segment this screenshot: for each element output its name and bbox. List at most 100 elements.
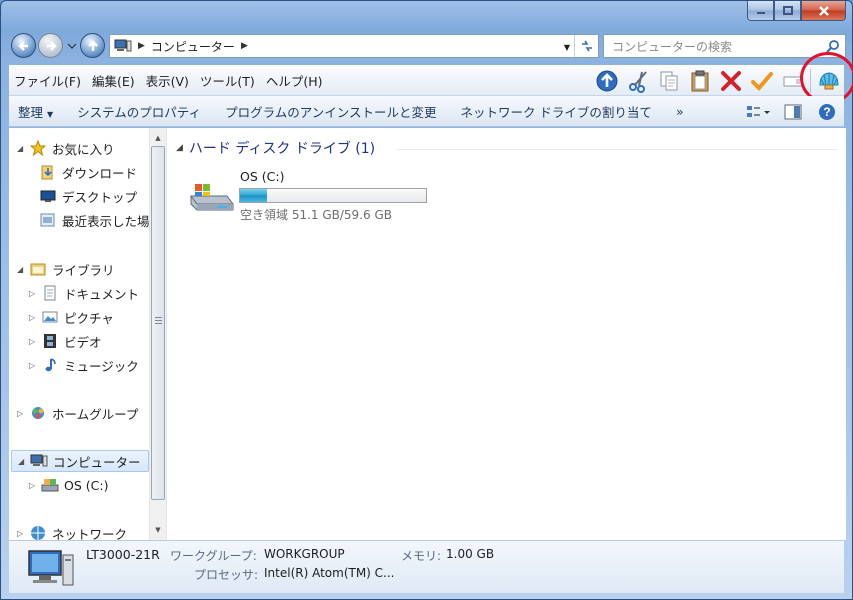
expand-icon[interactable]: ▷ [29,361,39,370]
organize-button[interactable]: 整理 ▼ [9,102,62,121]
drive-item-os-c[interactable]: OS (C:) 空き領域 51.1 GB/59.6 GB [187,168,487,228]
menu-view[interactable]: 表示(V) [141,71,194,90]
search-box[interactable]: コンピューターの検索 [603,34,846,58]
computer-large-icon [28,550,74,586]
computer-icon [114,39,132,52]
star-icon [29,140,47,156]
change-view-button[interactable] [742,105,776,119]
expand-icon[interactable]: ▷ [29,337,39,346]
maximize-button[interactable] [774,1,801,21]
expand-icon[interactable]: ▷ [29,481,39,490]
toolbar-copy-button[interactable] [653,66,684,95]
tree-label-favorites: お気に入り [52,141,115,157]
toolbar-shell-button[interactable] [800,52,853,104]
tree-item-recent-places[interactable]: 最近表示した場所 [39,209,162,231]
scissors-icon [628,70,647,93]
tree-item-libraries[interactable]: ◢ ライブラリ [17,258,115,280]
tree-item-documents[interactable]: ▷ ドキュメント [29,282,139,304]
expand-icon[interactable]: ▷ [17,409,27,418]
collapse-group-icon[interactable]: ◢ [176,143,183,153]
search-input[interactable]: コンピューターの検索 [612,38,732,55]
refresh-button[interactable] [574,35,598,57]
tree-item-network[interactable]: ▷ ネットワーク [17,522,127,540]
help-icon: ? [819,103,835,120]
tree-item-pictures[interactable]: ▷ ピクチャ [29,306,114,328]
drive-usage-fill [240,189,267,202]
refresh-icon [581,40,592,52]
tree-item-os-drive[interactable]: ▷ OS (C:) [29,474,108,496]
close-button[interactable] [801,1,846,21]
up-arrow-icon [596,70,617,91]
scroll-up-arrow-icon[interactable]: ▲ [150,130,166,146]
close-icon [818,5,829,16]
forward-button[interactable] [38,33,63,58]
tree-item-downloads[interactable]: ダウンロード [39,161,137,183]
breadcrumb-computer[interactable]: コンピューター [151,38,235,55]
expand-icon[interactable]: ▷ [29,289,39,298]
group-divider [397,149,837,150]
menu-file[interactable]: ファイル(F) [9,71,86,90]
memory-label: メモリ: [401,549,442,563]
scroll-down-arrow-icon[interactable]: ▼ [150,522,166,538]
tree-label-desktop: デスクトップ [62,189,138,205]
tree-label-network: ネットワーク [52,526,128,541]
toolbar-up-button[interactable] [591,66,622,95]
tree-label-recent-places: 最近表示した場所 [62,213,163,229]
menu-bar: ファイル(F) 編集(E) 表示(V) ツール(T) ヘルプ(H) [9,52,853,104]
toolbar-checkmark-button[interactable] [746,66,777,95]
tree-item-favorites[interactable]: ◢ お気に入り [17,137,115,159]
copy-icon [660,71,677,90]
breadcrumb-separator-icon[interactable]: ▶ [138,41,145,51]
map-network-drive-button[interactable]: ネットワーク ドライブの割り当て [451,102,660,121]
tree-label-os-drive: OS (C:) [64,477,109,493]
memory-value: 1.00 GB [446,547,495,561]
toolbar-delete-button[interactable] [715,66,746,95]
tree-item-desktop[interactable]: デスクトップ [39,185,137,207]
processor-value: Intel(R) Atom(TM) C... [264,566,395,580]
collapse-icon[interactable]: ◢ [18,457,28,466]
collapse-icon[interactable]: ◢ [17,265,27,274]
menu-tools[interactable]: ツール(T) [195,71,260,90]
address-bar[interactable]: ▶ コンピューター ▶ ▼ [109,34,599,58]
computer-icon [30,453,48,469]
expand-icon[interactable]: ▷ [29,313,39,322]
system-properties-button[interactable]: システムのプロパティ [68,102,210,121]
drive-usage-bar [239,188,427,203]
minimize-button[interactable] [747,1,774,21]
toolbar-paste-button[interactable] [684,66,715,95]
menu-edit[interactable]: 編集(E) [87,71,140,90]
checkmark-icon [750,71,773,91]
menu-help[interactable]: ヘルプ(H) [261,71,328,90]
up-button[interactable] [80,33,105,58]
details-pane: LT3000-21R ワークグループ: WORKGROUP メモリ: 1.00 … [9,540,844,593]
more-commands-button[interactable]: » [667,104,693,119]
toolbar-cut-button[interactable] [622,66,653,95]
help-button[interactable]: ? [810,103,844,121]
svg-text:?: ? [823,105,830,119]
tree-label-homegroup: ホームグループ [52,406,139,422]
address-dropdown-icon[interactable]: ▼ [564,43,570,52]
navigation-pane: ◢ お気に入り ダウンロード デスクトップ 最近表示した場所 ◢ ライブラリ ▷… [9,128,167,540]
uninstall-program-button[interactable]: プログラムのアンインストールと変更 [216,102,445,121]
tree-item-computer[interactable]: ◢ コンピューター [11,450,149,472]
preview-pane-icon [784,104,802,119]
tree-item-homegroup[interactable]: ▷ ホームグループ [17,402,138,424]
search-icon[interactable] [826,39,840,53]
computer-name: LT3000-21R [86,547,160,562]
minimize-icon [756,11,765,14]
group-header-hard-drives[interactable]: ◢ ハード ディスク ドライブ (1) [176,138,375,158]
navpane-scrollbar[interactable]: ▲ ▼ [149,128,166,540]
expand-icon[interactable]: ▷ [17,529,27,538]
tree-item-videos[interactable]: ▷ ビデオ [29,330,102,352]
tree-label-documents: ドキュメント [64,286,140,302]
scroll-thumb[interactable] [151,146,165,500]
organize-label: 整理 [18,104,44,120]
back-button[interactable] [11,33,36,58]
breadcrumb-chevron-icon[interactable]: ▶ [241,41,248,51]
scroll-grip [155,317,162,324]
preview-pane-button[interactable] [776,104,810,120]
tree-item-music[interactable]: ▷ ミュージック [29,354,139,376]
recent-pages-dropdown-icon[interactable] [67,42,77,50]
drive-name: OS (C:) [240,169,285,184]
collapse-icon[interactable]: ◢ [17,144,27,153]
